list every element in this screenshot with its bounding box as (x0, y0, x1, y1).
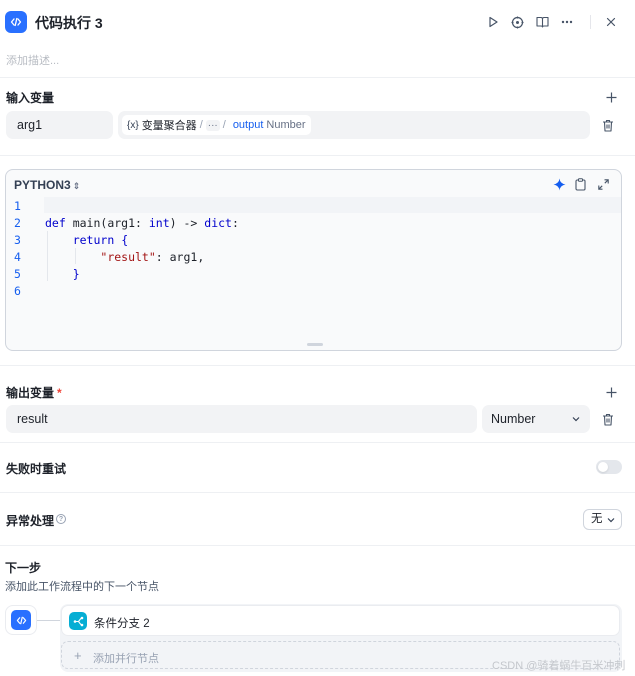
divider (0, 492, 635, 493)
line-number: 1 (14, 199, 21, 213)
line-number: 3 (14, 233, 21, 247)
retry-label: 失败时重试 (6, 462, 67, 476)
code-line: "result": arg1, (100, 250, 205, 264)
add-input-variable-button[interactable] (603, 89, 619, 105)
header-divider (590, 15, 591, 29)
code-editor[interactable]: PYTHON3 ⇕ 1 2 3 4 5 6 def main(arg1: int)… (5, 169, 622, 351)
close-button[interactable] (601, 12, 621, 32)
editor-resize-handle[interactable] (307, 343, 323, 346)
add-output-variable-button[interactable] (603, 384, 619, 400)
line-number: 4 (14, 250, 21, 264)
trash-icon (603, 119, 613, 132)
code-line: } (72, 267, 80, 281)
expand-icon (597, 178, 609, 190)
ref-output-label: output (232, 119, 264, 131)
language-label: PYTHON3 (14, 178, 71, 192)
target-icon (511, 16, 523, 28)
input-variables-title: 输入变量 (6, 91, 55, 105)
input-variable-name-field[interactable]: arg1 (6, 111, 113, 139)
divider (0, 77, 635, 78)
chevron-down-icon (607, 518, 615, 523)
ref-separator: / (199, 119, 203, 131)
divider (0, 155, 635, 156)
code-icon (5, 11, 27, 33)
more-button[interactable] (557, 12, 577, 32)
variable-icon: {x} (127, 119, 139, 131)
code-line: return { (72, 233, 129, 247)
output-type-value: Number (491, 412, 536, 426)
code-line: def main(arg1: int) -> dict: (45, 216, 239, 230)
ref-ellipsis: ··· (205, 119, 220, 131)
active-line-highlight (44, 197, 621, 213)
ai-generate-button[interactable] (552, 177, 566, 191)
divider (0, 365, 635, 366)
ref-type-label: Number (266, 119, 306, 131)
chevron-down-icon (572, 417, 580, 422)
play-icon (489, 16, 498, 28)
locate-button[interactable] (507, 12, 527, 32)
next-step-title: 下一步 (5, 561, 42, 575)
watermark: CSDN @骑着蜗牛百米冲刺 (492, 660, 626, 672)
language-selector[interactable]: PYTHON3 ⇕ (14, 178, 80, 192)
retry-toggle[interactable] (596, 460, 622, 474)
output-variables-label: 输出变量 (6, 386, 55, 400)
ref-separator: / (222, 119, 226, 131)
error-handling-value: 无 (591, 513, 603, 525)
node-connector (37, 620, 60, 621)
variable-reference-chip[interactable]: {x} 变量聚合器 / ··· / output Number (122, 115, 311, 135)
output-variables-title: 输出变量 * (6, 384, 62, 401)
help-icon[interactable]: ? (56, 514, 66, 524)
copy-code-button[interactable] (573, 177, 587, 191)
variable-reference-picker[interactable]: {x} 变量聚合器 / ··· / output Number (118, 111, 590, 139)
delete-input-variable-button[interactable] (600, 117, 616, 133)
output-variable-name-field[interactable]: result (6, 405, 477, 433)
expand-editor-button[interactable] (596, 177, 610, 191)
book-icon (535, 16, 549, 28)
panel-header: 代码执行 3 (0, 0, 635, 44)
plus-icon (606, 92, 616, 102)
close-icon (606, 17, 616, 27)
description-input[interactable]: 添加描述... (6, 52, 59, 68)
current-node (5, 605, 37, 635)
error-handling-label: 异常处理 (6, 514, 55, 528)
add-parallel-node-label: 添加并行节点 (93, 653, 159, 665)
plus-icon: + (74, 648, 82, 663)
node-title[interactable]: 代码执行 3 (35, 13, 103, 33)
divider (0, 442, 635, 443)
line-number: 6 (14, 284, 21, 298)
docs-button[interactable] (532, 12, 552, 32)
required-mark: * (57, 386, 62, 400)
branch-icon (69, 612, 87, 630)
line-number: 5 (14, 267, 21, 281)
error-handling-select[interactable]: 无 (583, 509, 622, 530)
trash-icon (603, 413, 613, 426)
line-number: 2 (14, 216, 21, 230)
next-node-item[interactable]: 条件分支 2 (61, 605, 620, 636)
run-button[interactable] (483, 12, 503, 32)
clipboard-icon (574, 177, 586, 191)
line-number-gutter: 1 2 3 4 5 6 (6, 197, 44, 347)
next-node-label: 条件分支 2 (94, 618, 150, 630)
sparkle-icon (553, 178, 565, 190)
code-icon (11, 610, 31, 630)
more-icon (561, 20, 573, 24)
divider (0, 545, 635, 546)
updown-chevron-icon: ⇕ (72, 181, 81, 191)
ref-node-label: 变量聚合器 (141, 120, 197, 132)
plus-icon (606, 387, 616, 397)
output-type-select[interactable]: Number (482, 405, 590, 433)
delete-output-variable-button[interactable] (600, 411, 616, 427)
next-step-subtitle: 添加此工作流程中的下一个节点 (5, 581, 159, 593)
code-body[interactable]: 1 2 3 4 5 6 def main(arg1: int) -> dict:… (6, 197, 621, 347)
code-editor-header: PYTHON3 ⇕ (6, 170, 621, 198)
toggle-knob (598, 462, 608, 472)
